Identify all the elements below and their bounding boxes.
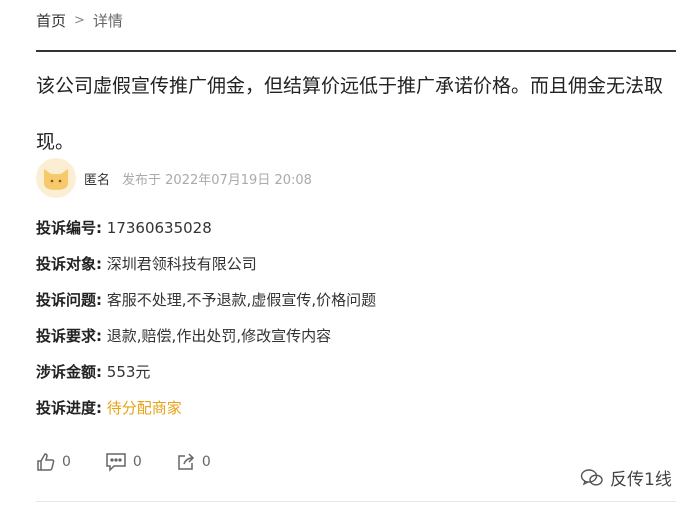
field-value: 553元 xyxy=(106,363,151,381)
share-button[interactable]: 0 xyxy=(176,452,211,472)
comment-count: 0 xyxy=(132,454,142,470)
field-value: 17360635028 xyxy=(106,219,212,237)
watermark: 反传1线 xyxy=(580,465,672,490)
like-button[interactable]: 0 xyxy=(36,452,71,472)
share-icon xyxy=(178,453,194,470)
breadcrumb-current: 详情 xyxy=(92,12,123,30)
complaint-details: 投诉编号: 17360635028 投诉对象: 深圳君领科技有限公司 投诉问题:… xyxy=(36,210,376,426)
field-complaint-target: 投诉对象: 深圳君领科技有限公司 xyxy=(36,246,376,282)
field-value[interactable]: 深圳君领科技有限公司 xyxy=(107,255,257,273)
field-label: 投诉进度: xyxy=(36,399,102,417)
cat-avatar-icon xyxy=(44,169,68,190)
field-label: 涉诉金额: xyxy=(36,363,102,381)
field-label: 投诉问题: xyxy=(36,291,102,309)
action-bar: 0 0 0 xyxy=(36,452,245,472)
wechat-icon xyxy=(580,468,603,486)
author-name: 匿名 xyxy=(84,172,111,188)
post-time: 发布于 2022年07月19日 20:08 xyxy=(122,172,312,188)
comment-icon xyxy=(106,453,126,472)
field-value: 退款,赔偿,作出处罚,修改宣传内容 xyxy=(106,327,332,345)
bottom-divider xyxy=(36,501,676,502)
breadcrumb-home-link[interactable]: 首页 xyxy=(36,10,66,31)
field-complaint-amount: 涉诉金额: 553元 xyxy=(36,354,376,390)
header-divider xyxy=(36,50,676,52)
field-complaint-id: 投诉编号: 17360635028 xyxy=(36,210,376,246)
field-complaint-request: 投诉要求: 退款,赔偿,作出处罚,修改宣传内容 xyxy=(36,318,376,354)
field-label: 投诉要求: xyxy=(36,327,102,345)
field-complaint-progress: 投诉进度: 待分配商家 xyxy=(36,390,376,426)
progress-status: 待分配商家 xyxy=(106,399,182,417)
breadcrumb-separator: > xyxy=(74,13,85,28)
like-count: 0 xyxy=(62,454,71,470)
author-info: 匿名 发布于 2022年07月19日 20:08 xyxy=(36,158,312,198)
breadcrumb: 首页 > 详情 xyxy=(36,10,123,31)
thumbs-up-icon xyxy=(37,453,55,471)
avatar xyxy=(36,158,76,198)
comment-button[interactable]: 0 xyxy=(105,452,142,472)
field-label: 投诉编号: xyxy=(36,219,102,237)
complaint-text: 该公司虚假宣传推广佣金，但结算价远低于推广承诺价格。而且佣金无法取现。 xyxy=(36,75,664,153)
field-complaint-issue: 投诉问题: 客服不处理,不予退款,虚假宣传,价格问题 xyxy=(36,282,376,318)
field-value: 客服不处理,不予退款,虚假宣传,价格问题 xyxy=(106,291,377,309)
watermark-text: 反传1线 xyxy=(610,470,672,490)
field-label: 投诉对象: xyxy=(36,255,102,273)
share-count: 0 xyxy=(201,454,211,470)
